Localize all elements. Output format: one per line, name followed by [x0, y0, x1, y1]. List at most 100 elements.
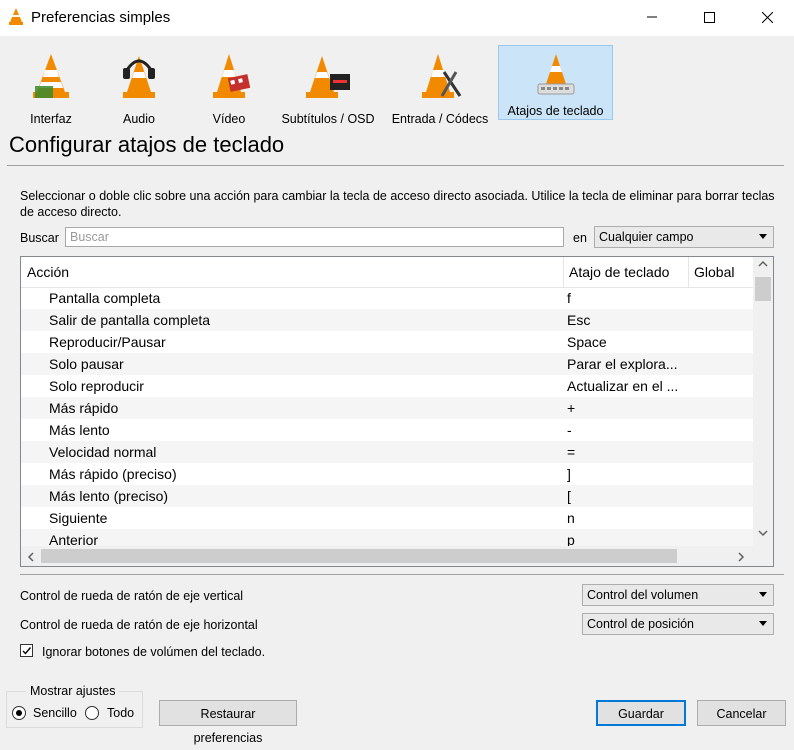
column-header-hotkey[interactable]: Atajo de teclado: [569, 257, 669, 287]
table-row[interactable]: Solo pausar Parar el explora...: [21, 353, 753, 375]
action-cell: Velocidad normal: [49, 444, 157, 460]
table-row[interactable]: Reproducir/Pausar Space: [21, 331, 753, 353]
column-header-action[interactable]: Acción: [27, 257, 69, 287]
category-label: Atajos de teclado: [507, 104, 604, 118]
action-cell: Siguiente: [49, 510, 108, 526]
chevron-down-icon: [759, 621, 767, 626]
action-cell: Más lento: [49, 422, 110, 438]
action-cell: Salir de pantalla completa: [49, 312, 211, 328]
scroll-corner: [753, 546, 773, 566]
category-subtitles-osd[interactable]: Subtítulos / OSD: [276, 46, 380, 126]
category-hotkeys[interactable]: Atajos de teclado: [498, 45, 613, 120]
table-row[interactable]: Más rápido +: [21, 397, 753, 419]
table-row[interactable]: Solo reproducir Actualizar en el ...: [21, 375, 753, 397]
scrollbar-thumb[interactable]: [755, 277, 771, 301]
chevron-left-icon[interactable]: [27, 552, 35, 565]
action-cell: Más rápido (preciso): [49, 466, 177, 482]
simple-radio-label: Sencillo: [33, 706, 77, 720]
hotkey-cell: =: [567, 444, 576, 460]
table-row[interactable]: Siguiente n: [21, 507, 753, 529]
chevron-right-icon[interactable]: [737, 552, 745, 565]
vertical-scrollbar[interactable]: [753, 257, 773, 547]
column-separator: [688, 257, 689, 287]
search-label: Buscar: [20, 231, 59, 245]
minimize-button[interactable]: [629, 0, 675, 34]
search-scope-label: en: [573, 231, 587, 245]
hotkey-cell: f: [567, 290, 571, 306]
hotkey-cell: +: [567, 400, 576, 416]
action-cell: Pantalla completa: [49, 290, 161, 306]
search-input[interactable]: [65, 227, 564, 247]
table-row[interactable]: Pantalla completa f: [21, 287, 753, 309]
action-cell: Solo pausar: [49, 356, 124, 372]
hotkey-cell: [: [567, 488, 571, 504]
category-label: Interfaz: [30, 112, 72, 126]
hotkey-cell: Actualizar en el ...: [567, 378, 679, 394]
window-title: Preferencias simples: [31, 9, 171, 26]
page-title: Configurar atajos de teclado: [9, 132, 285, 157]
table-row[interactable]: Salir de pantalla completa Esc: [21, 309, 753, 331]
checkmark-icon: [22, 647, 32, 655]
category-interfaz[interactable]: Interfaz: [10, 46, 92, 126]
horizontal-wheel-select[interactable]: Control de posición: [582, 613, 774, 635]
chevron-down-icon: [759, 592, 767, 597]
vertical-wheel-label: Control de rueda de ratón de eje vertica…: [20, 589, 244, 603]
action-cell: Más rápido: [49, 400, 119, 416]
category-label: Audio: [123, 112, 155, 126]
chevron-up-icon[interactable]: [758, 260, 768, 271]
table-row[interactable]: Más lento (preciso) [: [21, 485, 753, 507]
vertical-wheel-value: Control del volumen: [587, 588, 699, 602]
interface-cone-icon: [27, 50, 75, 102]
simple-radio[interactable]: [12, 706, 26, 720]
category-label: Entrada / Códecs: [391, 112, 489, 126]
restore-preferences-button[interactable]: Restaurar preferencias: [159, 700, 297, 745]
keyboard-cone-icon: [532, 50, 580, 102]
headphones-cone-icon: [115, 50, 163, 102]
hotkey-cell: n: [567, 510, 575, 526]
column-separator: [563, 257, 564, 287]
column-header-global[interactable]: Global: [694, 257, 734, 287]
hotkey-cell: Parar el explora...: [567, 356, 678, 372]
film-cone-icon: [205, 50, 253, 102]
hotkey-cell: Esc: [567, 312, 591, 328]
hotkey-cell: ]: [567, 466, 571, 482]
ignore-volume-checkbox[interactable]: [20, 644, 33, 657]
codecs-cone-icon: [416, 50, 464, 102]
vertical-wheel-select[interactable]: Control del volumen: [582, 584, 774, 606]
category-input-codecs[interactable]: Entrada / Códecs: [386, 46, 494, 126]
all-radio[interactable]: [85, 706, 99, 720]
search-field-select[interactable]: Cualquier campo: [594, 226, 774, 248]
search-field-value: Cualquier campo: [599, 230, 694, 244]
title-bar: Preferencias simples: [0, 0, 794, 36]
hotkey-cell: -: [567, 422, 572, 438]
close-button[interactable]: [744, 0, 790, 34]
description-text: Seleccionar o doble clic sobre una acció…: [20, 189, 775, 219]
category-label: Subtítulos / OSD: [281, 112, 375, 126]
cancel-button[interactable]: Cancelar: [697, 700, 786, 726]
table-row[interactable]: Más lento -: [21, 419, 753, 441]
divider: [20, 574, 784, 575]
action-cell: Reproducir/Pausar: [49, 334, 166, 350]
category-toolbar: Interfaz Audio Vídeo Subtítulos / OSD En…: [0, 36, 794, 126]
show-settings-title: Mostrar ajustes: [26, 684, 120, 698]
chevron-down-icon: [759, 234, 767, 239]
save-button[interactable]: Guardar: [596, 700, 686, 726]
maximize-button[interactable]: [686, 0, 732, 34]
category-video[interactable]: Vídeo: [188, 46, 270, 126]
table-header: Acción Atajo de teclado Global: [21, 257, 753, 288]
category-label: Vídeo: [212, 112, 246, 126]
subtitles-cone-icon: [304, 50, 352, 102]
table-row[interactable]: Más rápido (preciso)]: [21, 463, 753, 485]
action-cell: Más lento (preciso): [49, 488, 169, 504]
hotkey-cell: Space: [567, 334, 607, 350]
ignore-volume-label: Ignorar botones de volúmen del teclado.: [42, 645, 266, 659]
all-radio-label: Todo: [107, 706, 135, 720]
chevron-down-icon[interactable]: [758, 529, 768, 540]
horizontal-wheel-label: Control de rueda de ratón de eje horizon…: [20, 618, 258, 632]
table-row[interactable]: Velocidad normal =: [21, 441, 753, 463]
horizontal-scrollbar[interactable]: [21, 546, 753, 566]
category-audio[interactable]: Audio: [98, 46, 180, 126]
action-cell: Solo reproducir: [49, 378, 144, 394]
divider: [7, 165, 784, 166]
scrollbar-thumb[interactable]: [41, 549, 677, 563]
